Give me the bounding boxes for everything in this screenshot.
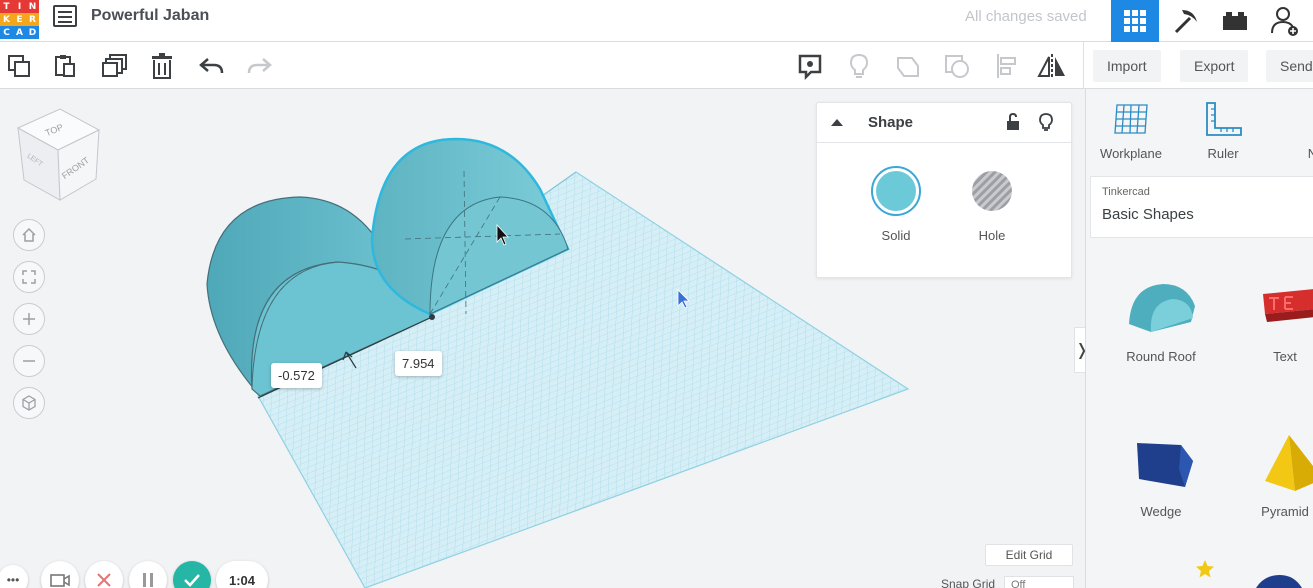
camera-icon bbox=[50, 574, 70, 587]
hole-label: Hole bbox=[978, 228, 1006, 243]
logo-letter: T bbox=[0, 0, 13, 13]
group-icon[interactable] bbox=[892, 50, 924, 82]
logo-letter: I bbox=[13, 0, 26, 13]
note-icon[interactable] bbox=[794, 50, 826, 82]
duplicate-icon[interactable] bbox=[99, 50, 131, 82]
logo-letter: R bbox=[26, 13, 39, 26]
ruler-label: Ruler bbox=[1207, 146, 1239, 161]
recording-timer: 1:04 bbox=[216, 561, 268, 588]
shape-thumbnail-partial[interactable] bbox=[1254, 573, 1304, 588]
wedge-thumbnail bbox=[1137, 443, 1193, 487]
shape-pyramid[interactable]: Pyramid bbox=[1230, 429, 1313, 519]
star-icon bbox=[1196, 560, 1214, 578]
text-label: Text bbox=[1273, 349, 1297, 364]
logo-letter: C bbox=[0, 26, 13, 39]
notes-icon bbox=[1296, 101, 1313, 137]
ruler-icon bbox=[1206, 102, 1242, 136]
paste-icon[interactable] bbox=[49, 50, 81, 82]
solid-label: Solid bbox=[881, 228, 911, 243]
logo-letter: K bbox=[0, 13, 13, 26]
more-icon: ••• bbox=[6, 573, 20, 587]
solid-option[interactable]: Solid bbox=[866, 165, 926, 243]
round-roof-thumbnail bbox=[1129, 284, 1195, 332]
dimension-length-input[interactable]: 7.954 bbox=[395, 351, 442, 376]
align-icon[interactable] bbox=[990, 50, 1022, 82]
notes-label: No bbox=[1276, 146, 1313, 161]
round-roof-label: Round Roof bbox=[1126, 349, 1196, 364]
delete-icon[interactable] bbox=[146, 50, 178, 82]
lightbulb-icon[interactable] bbox=[843, 50, 875, 82]
pyramid-thumbnail bbox=[1265, 435, 1313, 491]
dimension-offset-input[interactable]: -0.572 bbox=[271, 363, 322, 388]
notes-tool[interactable]: No bbox=[1276, 101, 1313, 161]
text-thumbnail bbox=[1263, 289, 1313, 322]
grid-view-icon[interactable] bbox=[1111, 0, 1159, 42]
hole-swatch bbox=[972, 171, 1012, 211]
design-list-icon[interactable] bbox=[53, 5, 77, 27]
zoom-in-button[interactable] bbox=[13, 303, 45, 335]
project-title[interactable]: Powerful Jaban bbox=[91, 7, 209, 25]
save-status: All changes saved bbox=[965, 8, 1087, 25]
home-view-button[interactable] bbox=[13, 219, 45, 251]
visibility-bulb-icon[interactable] bbox=[1038, 112, 1054, 132]
snap-grid-label: Snap Grid bbox=[941, 577, 996, 588]
workplane-icon bbox=[1114, 104, 1148, 134]
library-source: Tinkercad bbox=[1102, 186, 1150, 198]
shape-round-roof[interactable]: Round Roof bbox=[1106, 274, 1216, 364]
check-icon bbox=[184, 574, 200, 587]
hole-option[interactable]: Hole bbox=[962, 165, 1022, 243]
solid-color-swatch bbox=[871, 166, 921, 216]
tinkercad-logo[interactable]: T I N K E R C A D bbox=[0, 0, 40, 40]
library-name: Basic Shapes bbox=[1102, 206, 1194, 223]
mirror-icon[interactable] bbox=[1036, 50, 1068, 82]
redo-icon[interactable] bbox=[243, 50, 275, 82]
perspective-icon bbox=[22, 395, 36, 411]
send-to-button[interactable]: Send bbox=[1266, 50, 1313, 82]
fit-icon bbox=[22, 270, 36, 284]
edit-grid-button[interactable]: Edit Grid bbox=[985, 544, 1073, 566]
workplane-tool[interactable]: Workplane bbox=[1091, 101, 1171, 161]
logo-letter: A bbox=[13, 26, 26, 39]
zoom-out-button[interactable] bbox=[13, 345, 45, 377]
ruler-tool[interactable]: Ruler bbox=[1183, 101, 1263, 161]
top-bar: T I N K E R C A D Powerful Jaban All cha… bbox=[0, 0, 1313, 42]
wedge-label: Wedge bbox=[1140, 504, 1182, 519]
zoom-in-icon bbox=[23, 313, 35, 325]
undo-icon[interactable] bbox=[196, 50, 228, 82]
shapes-panel: Workplane Ruler No Tinkercad Basic Shape… bbox=[1085, 89, 1313, 588]
logo-letter: D bbox=[26, 26, 39, 39]
perspective-button[interactable] bbox=[13, 387, 45, 419]
lock-icon[interactable] bbox=[1005, 112, 1021, 132]
inspector-header: Shape bbox=[817, 103, 1073, 143]
edit-toolbar: Import Export Send bbox=[0, 42, 1313, 89]
3d-workspace[interactable]: TOP FRONT LEFT -0.572 7.954 Shape Solid bbox=[0, 89, 1085, 588]
inspector-title: Shape bbox=[868, 114, 914, 131]
pause-icon bbox=[143, 573, 153, 587]
logo-letter: E bbox=[13, 13, 26, 26]
close-icon bbox=[97, 573, 111, 587]
copy-icon[interactable] bbox=[3, 50, 35, 82]
pyramid-label: Pyramid bbox=[1261, 504, 1309, 519]
export-button[interactable]: Export bbox=[1180, 50, 1249, 82]
panel-collapse-tab[interactable]: ❭ bbox=[1074, 327, 1085, 373]
user-add-icon[interactable] bbox=[1261, 0, 1309, 42]
workplane-label: Workplane bbox=[1100, 146, 1162, 161]
logo-letter: N bbox=[26, 0, 39, 13]
zoom-out-icon bbox=[23, 360, 35, 362]
snap-grid-select[interactable]: Off bbox=[1004, 576, 1074, 588]
home-icon bbox=[22, 227, 36, 242]
ungroup-icon[interactable] bbox=[941, 50, 973, 82]
shape-inspector: Shape Solid Hole bbox=[816, 102, 1073, 278]
pickaxe-icon[interactable] bbox=[1161, 0, 1209, 42]
brick-icon[interactable] bbox=[1211, 0, 1259, 42]
shape-wedge[interactable]: Wedge bbox=[1106, 429, 1216, 519]
shape-text[interactable]: Text bbox=[1230, 274, 1313, 364]
collapse-arrow-icon[interactable] bbox=[830, 116, 844, 128]
import-button[interactable]: Import bbox=[1093, 50, 1161, 82]
fit-view-button[interactable] bbox=[13, 261, 45, 293]
shape-library-selector[interactable]: Tinkercad Basic Shapes bbox=[1090, 176, 1313, 238]
